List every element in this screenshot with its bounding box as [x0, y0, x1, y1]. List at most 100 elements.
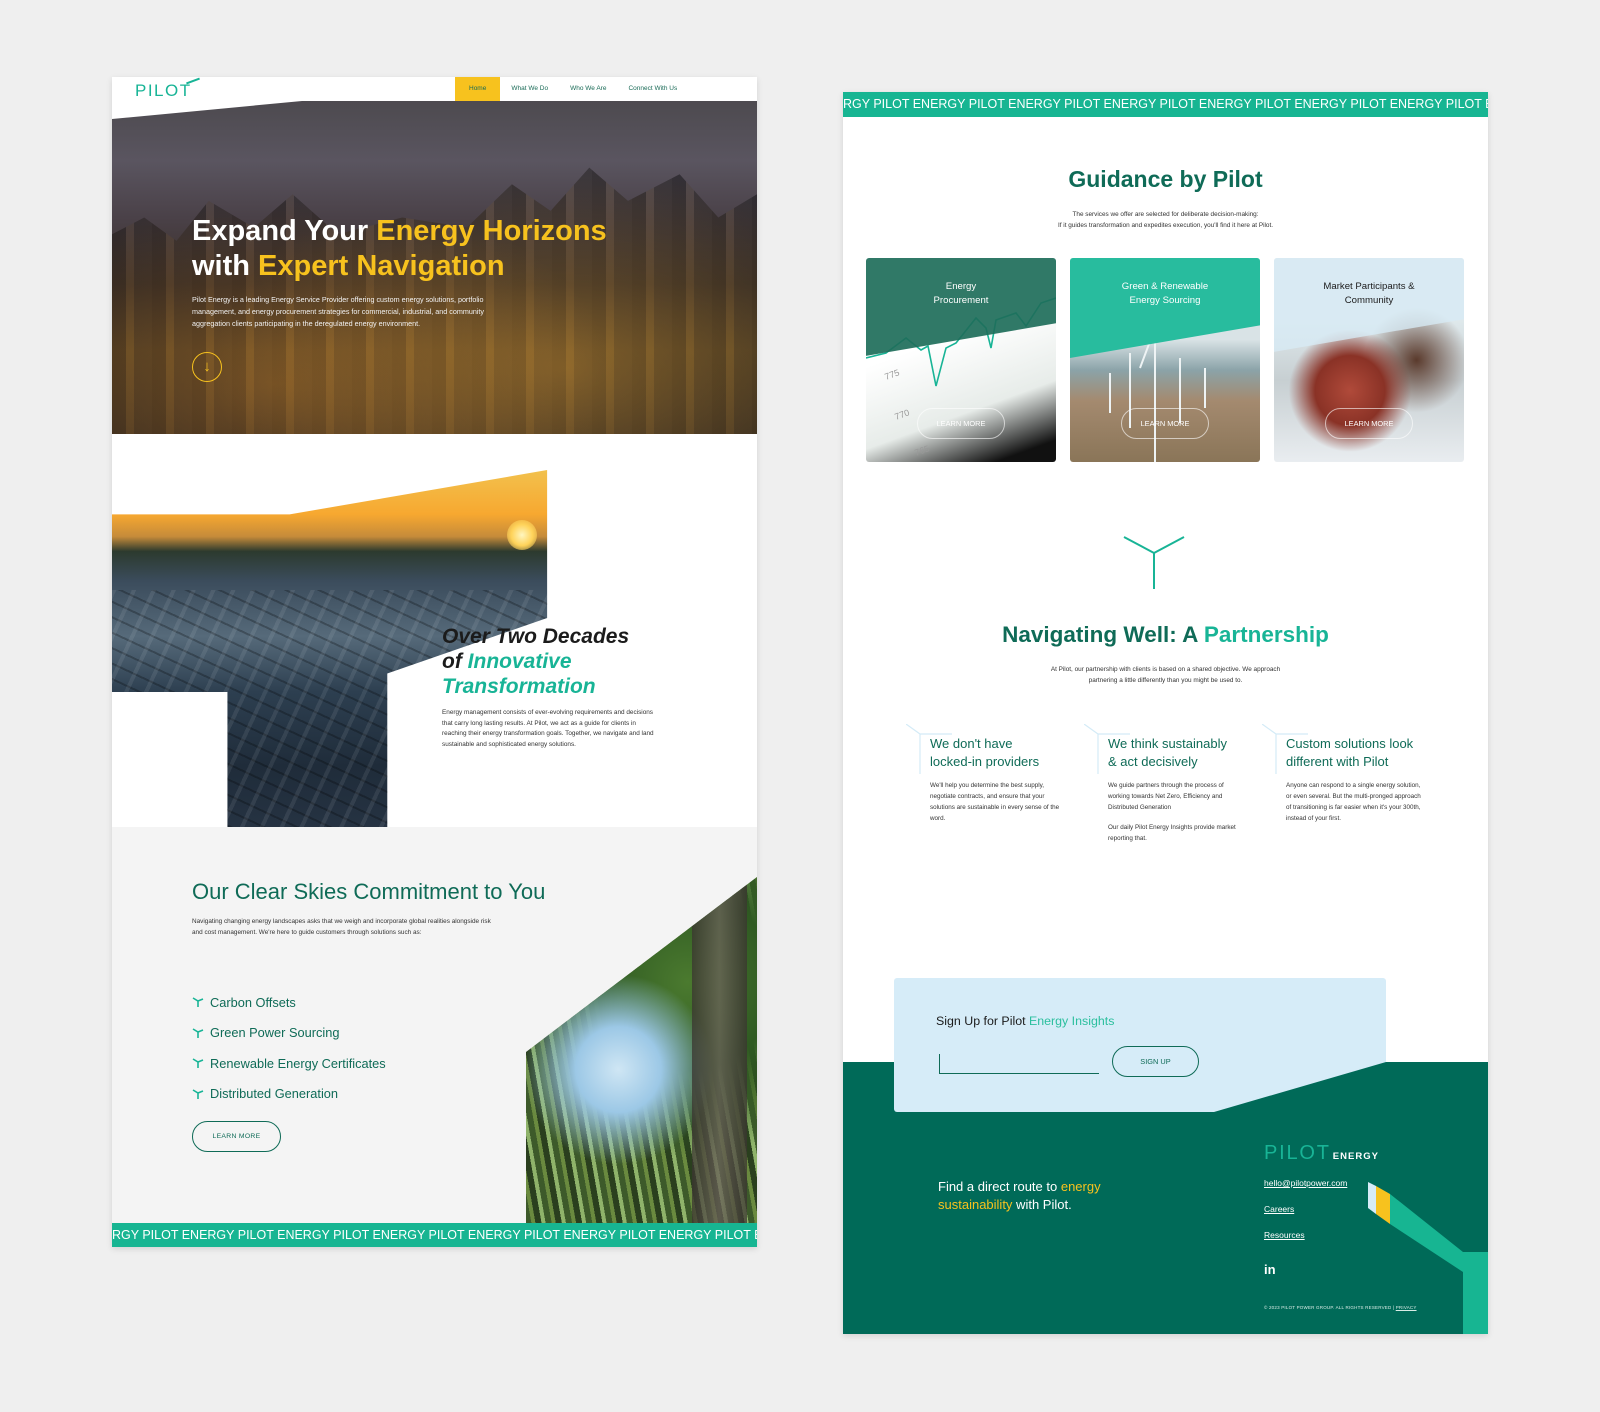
partnership-title-part: Navigating Well: A [1002, 622, 1204, 647]
nav-item-connect[interactable]: Connect With Us [617, 77, 688, 101]
nav-menu: Home What We Do Who We Are Connect With … [455, 77, 688, 101]
list-item-label: Distributed Generation [210, 1086, 339, 1102]
bracket-icon [906, 724, 952, 774]
email-link[interactable]: hello@pilotpower.com [1264, 1178, 1347, 1204]
brand-marquee: RGY PILOT ENERGY PILOT ENERGY PILOT ENER… [843, 92, 1488, 117]
pilot-y-icon [192, 1089, 204, 1099]
home-page-mockup: PILOT Home What We Do Who We Are Connect… [112, 77, 757, 1247]
pillar-item: We don't have locked-in providers We'll h… [906, 724, 1081, 844]
learn-more-button[interactable]: LEARN MORE [192, 1121, 281, 1152]
hero-title-highlight: Energy Horizons [376, 215, 607, 247]
pilot-y-icon [192, 1028, 204, 1038]
arrow-down-circle-icon[interactable]: ↓ [192, 352, 222, 382]
pillar-body-secondary: Our daily Pilot Energy Insights provide … [1108, 824, 1236, 842]
pillar-body: We'll help you determine the best supply… [930, 782, 1060, 822]
card-title: Energy Procurement [866, 280, 1056, 308]
linkedin-icon[interactable]: in [1264, 1262, 1276, 1277]
partnership-heading: Navigating Well: A Partnership [843, 622, 1488, 648]
skies-description: Navigating changing energy landscapes as… [192, 918, 491, 936]
privacy-link[interactable]: PRIVACY [1396, 1305, 1417, 1310]
nav-item-home[interactable]: Home [455, 77, 501, 101]
brand-marquee: RGY PILOT ENERGY PILOT ENERGY PILOT ENER… [112, 1223, 757, 1247]
decades-title-part: Over Two Decades [442, 625, 630, 648]
tagline-part: with Pilot. [1012, 1197, 1072, 1212]
hero-title-highlight: Expert Navigation [258, 250, 505, 282]
card-title-line: Market Participants & [1323, 281, 1415, 292]
signup-title-part: Sign Up for Pilot [936, 1014, 1029, 1028]
card-title-line: Energy Sourcing [1129, 295, 1201, 306]
canvas: PILOT Home What We Do Who We Are Connect… [0, 0, 1600, 1412]
partnership-description: At Pilot, our partnership with clients i… [843, 664, 1488, 686]
pilot-y-icon [1123, 536, 1185, 589]
card-title: Green & Renewable Energy Sourcing [1070, 280, 1260, 308]
svg-text:770: 770 [893, 407, 911, 422]
copyright-text: © 2023 PILOT POWER GROUP. ALL RIGHTS RES… [1264, 1305, 1396, 1310]
pilot-y-icon [192, 1058, 204, 1069]
decades-title-highlight: Transformation [442, 675, 596, 698]
footer-links: hello@pilotpower.com Careers Resources [1264, 1178, 1347, 1256]
hero-title-part: with [192, 250, 259, 282]
partnership-sub-line: At Pilot, our partnership with clients i… [1050, 666, 1281, 673]
email-input[interactable] [939, 1054, 1099, 1074]
list-item: Carbon Offsets [192, 987, 386, 1018]
card-title: Market Participants & Community [1274, 280, 1464, 308]
pillar-item: We think sustainably & act decisively We … [1084, 724, 1259, 844]
logo-text: PILOT [135, 81, 192, 100]
list-item: Distributed Generation [192, 1079, 386, 1110]
partnership-title-highlight: Partnership [1203, 622, 1329, 647]
pillar-body: We guide partners through the process of… [1108, 782, 1224, 811]
nav-item-who-we-are[interactable]: Who We Are [559, 77, 617, 101]
resources-link[interactable]: Resources [1264, 1230, 1347, 1256]
tagline-highlight: energy [1060, 1179, 1101, 1194]
clear-skies-section: Our Clear Skies Commitment to You Naviga… [112, 827, 757, 1227]
svg-text:775: 775 [883, 367, 901, 382]
copyright: © 2023 PILOT POWER GROUP. ALL RIGHTS RES… [1264, 1305, 1417, 1310]
list-item-label: Green Power Sourcing [210, 1025, 340, 1041]
forest-canopy-image [526, 877, 757, 1227]
guidance-heading: Guidance by Pilot [1068, 166, 1263, 192]
guidance-description: The services we offer are selected for d… [843, 209, 1488, 231]
services-page-mockup: RGY PILOT ENERGY PILOT ENERGY PILOT ENER… [843, 92, 1488, 1334]
learn-more-button[interactable]: LEARN MORE [917, 408, 1005, 439]
footer-tagline: Find a direct route to energy sustainabi… [938, 1178, 1101, 1214]
decades-description: Energy management consists of ever-evolv… [442, 709, 654, 748]
pilot-y-icon [192, 997, 204, 1008]
partnership-pillars: We don't have locked-in providers We'll h… [906, 724, 1440, 844]
signup-title-highlight: Energy Insights [1028, 1014, 1115, 1028]
skies-heading: Our Clear Skies Commitment to You [192, 879, 546, 904]
tagline-part: Find a direct route to [938, 1179, 1061, 1194]
learn-more-button[interactable]: LEARN MORE [1325, 408, 1413, 439]
bracket-icon [1262, 724, 1308, 774]
sign-up-button[interactable]: SIGN UP [1112, 1046, 1199, 1077]
bracket-icon [1084, 724, 1130, 774]
logo-main: PILOT [1264, 1142, 1331, 1164]
service-card-market-participants[interactable]: Market Participants & Community LEARN MO… [1274, 258, 1464, 462]
signup-heading: Sign Up for Pilot Energy Insights [936, 1014, 1114, 1028]
tree-trunk [692, 877, 747, 1227]
hero-title: Expand Your Energy Horizons with Expert … [192, 214, 607, 284]
service-card-green-renewable[interactable]: Green & Renewable Energy Sourcing LEARN … [1070, 258, 1260, 462]
pillar-body: Anyone can respond to a single energy so… [1286, 782, 1421, 822]
hero-corner-shape [112, 101, 302, 119]
decades-title-part: of [442, 650, 468, 673]
list-item: Green Power Sourcing [192, 1018, 386, 1049]
learn-more-button[interactable]: LEARN MORE [1121, 408, 1209, 439]
top-navigation: PILOT Home What We Do Who We Are Connect… [112, 77, 757, 101]
nav-item-what-we-do[interactable]: What We Do [500, 77, 559, 101]
service-cards: 775 770 765 Energy Procurement LEARN MOR… [866, 258, 1464, 462]
guidance-sub-line: The services we offer are selected for d… [1072, 211, 1259, 218]
list-item-label: Renewable Energy Certificates [210, 1055, 386, 1071]
careers-link[interactable]: Careers [1264, 1204, 1347, 1230]
pillar-item: Custom solutions look different with Pilo… [1262, 724, 1437, 844]
hero-title-part: Expand Your [192, 215, 377, 247]
hero-section: Expand Your Energy Horizons with Expert … [112, 101, 757, 434]
solutions-list: Carbon Offsets Green Power Sourcing Rene… [192, 987, 386, 1109]
partnership-sub-line: partnering a little differently than you… [1088, 677, 1243, 684]
service-card-energy-procurement[interactable]: 775 770 765 Energy Procurement LEARN MOR… [866, 258, 1056, 462]
pilot-energy-logo[interactable]: PILOT ENERGY [1264, 1142, 1379, 1165]
hero-description: Pilot Energy is a leading Energy Service… [192, 295, 485, 328]
guidance-sub-line: If it guides transformation and expedite… [1057, 222, 1274, 229]
svg-text:765: 765 [913, 443, 931, 458]
pilot-logo[interactable]: PILOT [135, 77, 200, 101]
sun-glow [507, 520, 537, 550]
